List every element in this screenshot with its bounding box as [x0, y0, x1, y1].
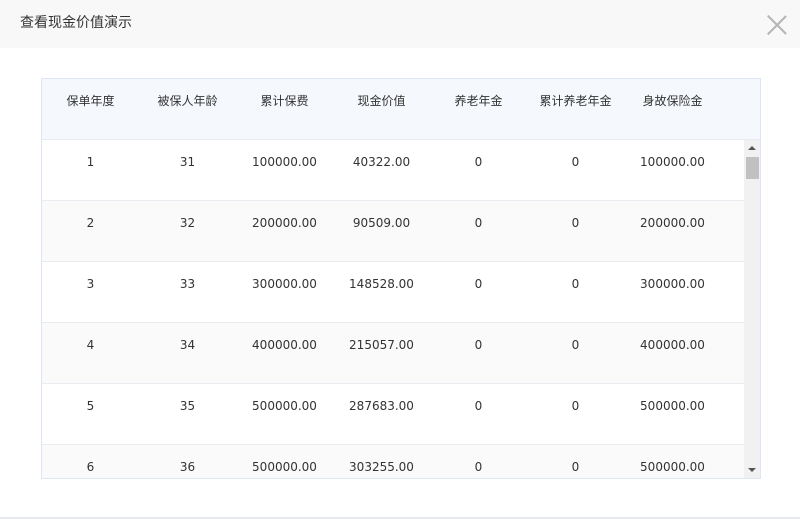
- column-header: 身故保险金: [642, 94, 703, 108]
- column-header: 现金价值: [357, 94, 406, 108]
- table-cell: 0: [571, 277, 580, 291]
- cash-value-table: 保单年度 被保人年龄 累计保费 现金价值 养老年金 累计养老年金 身故保险金 1…: [41, 78, 761, 479]
- table-cell: 0: [474, 155, 483, 169]
- table-cell: 200000.00: [640, 216, 705, 230]
- table-cell: 33: [179, 277, 196, 291]
- table-cell: 0: [474, 460, 483, 474]
- table-cell: 1: [86, 155, 95, 169]
- table-cell: 0: [571, 399, 580, 413]
- table-cell: 500000.00: [252, 460, 317, 474]
- table-cell: 0: [571, 216, 580, 230]
- table-cell: 0: [474, 277, 483, 291]
- table-header: 保单年度 被保人年龄 累计保费 现金价值 养老年金 累计养老年金 身故保险金: [42, 79, 760, 140]
- table-cell: 500000.00: [640, 460, 705, 474]
- column-header: 被保人年龄: [157, 94, 218, 108]
- table-cell: 3: [86, 277, 95, 291]
- table-cell: 90509.00: [352, 216, 411, 230]
- scroll-down-arrow-icon[interactable]: [744, 462, 760, 478]
- vertical-scrollbar[interactable]: [744, 140, 760, 478]
- scrollbar-thumb[interactable]: [746, 157, 759, 179]
- dialog-header: 查看现金价值演示: [0, 0, 800, 48]
- table-cell: 400000.00: [640, 338, 705, 352]
- table-cell: 215057.00: [349, 338, 414, 352]
- table-cell: 300000.00: [640, 277, 705, 291]
- table-cell: 32: [179, 216, 196, 230]
- table-row: 2 32 200000.00 90509.00 0 0 200000.00: [42, 201, 744, 262]
- cash-value-dialog: 查看现金价值演示 保单年度 被保人年龄 累计保费 现金价值 养老年金 累计养老年…: [0, 0, 800, 519]
- column-header: 累计养老年金: [539, 94, 612, 108]
- table-cell: 0: [571, 155, 580, 169]
- table-cell: 200000.00: [252, 216, 317, 230]
- table-cell: 2: [86, 216, 95, 230]
- table-cell: 34: [179, 338, 196, 352]
- table-cell: 100000.00: [640, 155, 705, 169]
- table-cell: 287683.00: [349, 399, 414, 413]
- dialog-title: 查看现金价值演示: [20, 15, 132, 31]
- table-cell: 0: [571, 338, 580, 352]
- column-header: 保单年度: [66, 94, 115, 108]
- table-cell: 5: [86, 399, 95, 413]
- table-cell: 31: [179, 155, 196, 169]
- column-header: 累计保费: [260, 94, 309, 108]
- table-cell: 0: [474, 216, 483, 230]
- table-cell: 35: [179, 399, 196, 413]
- table-cell: 40322.00: [352, 155, 411, 169]
- table-row: 5 35 500000.00 287683.00 0 0 500000.00: [42, 384, 744, 445]
- table-cell: 500000.00: [640, 399, 705, 413]
- table-cell: 400000.00: [252, 338, 317, 352]
- table-row: 6 36 500000.00 303255.00 0 0 500000.00: [42, 445, 744, 478]
- close-icon[interactable]: [766, 14, 788, 36]
- table-row: 3 33 300000.00 148528.00 0 0 300000.00: [42, 262, 744, 323]
- table-cell: 6: [86, 460, 95, 474]
- table-cell: 0: [474, 338, 483, 352]
- table-cell: 0: [474, 399, 483, 413]
- table-cell: 100000.00: [252, 155, 317, 169]
- table-body[interactable]: 1 31 100000.00 40322.00 0 0 100000.00 2 …: [42, 140, 744, 478]
- table-cell: 36: [179, 460, 196, 474]
- table-row: 4 34 400000.00 215057.00 0 0 400000.00: [42, 323, 744, 384]
- table-cell: 148528.00: [349, 277, 414, 291]
- table-cell: 300000.00: [252, 277, 317, 291]
- table-cell: 500000.00: [252, 399, 317, 413]
- table-cell: 4: [86, 338, 95, 352]
- scroll-up-arrow-icon[interactable]: [744, 140, 760, 156]
- column-header: 养老年金: [454, 94, 503, 108]
- table-cell: 303255.00: [349, 460, 414, 474]
- table-cell: 0: [571, 460, 580, 474]
- table-row: 1 31 100000.00 40322.00 0 0 100000.00: [42, 140, 744, 201]
